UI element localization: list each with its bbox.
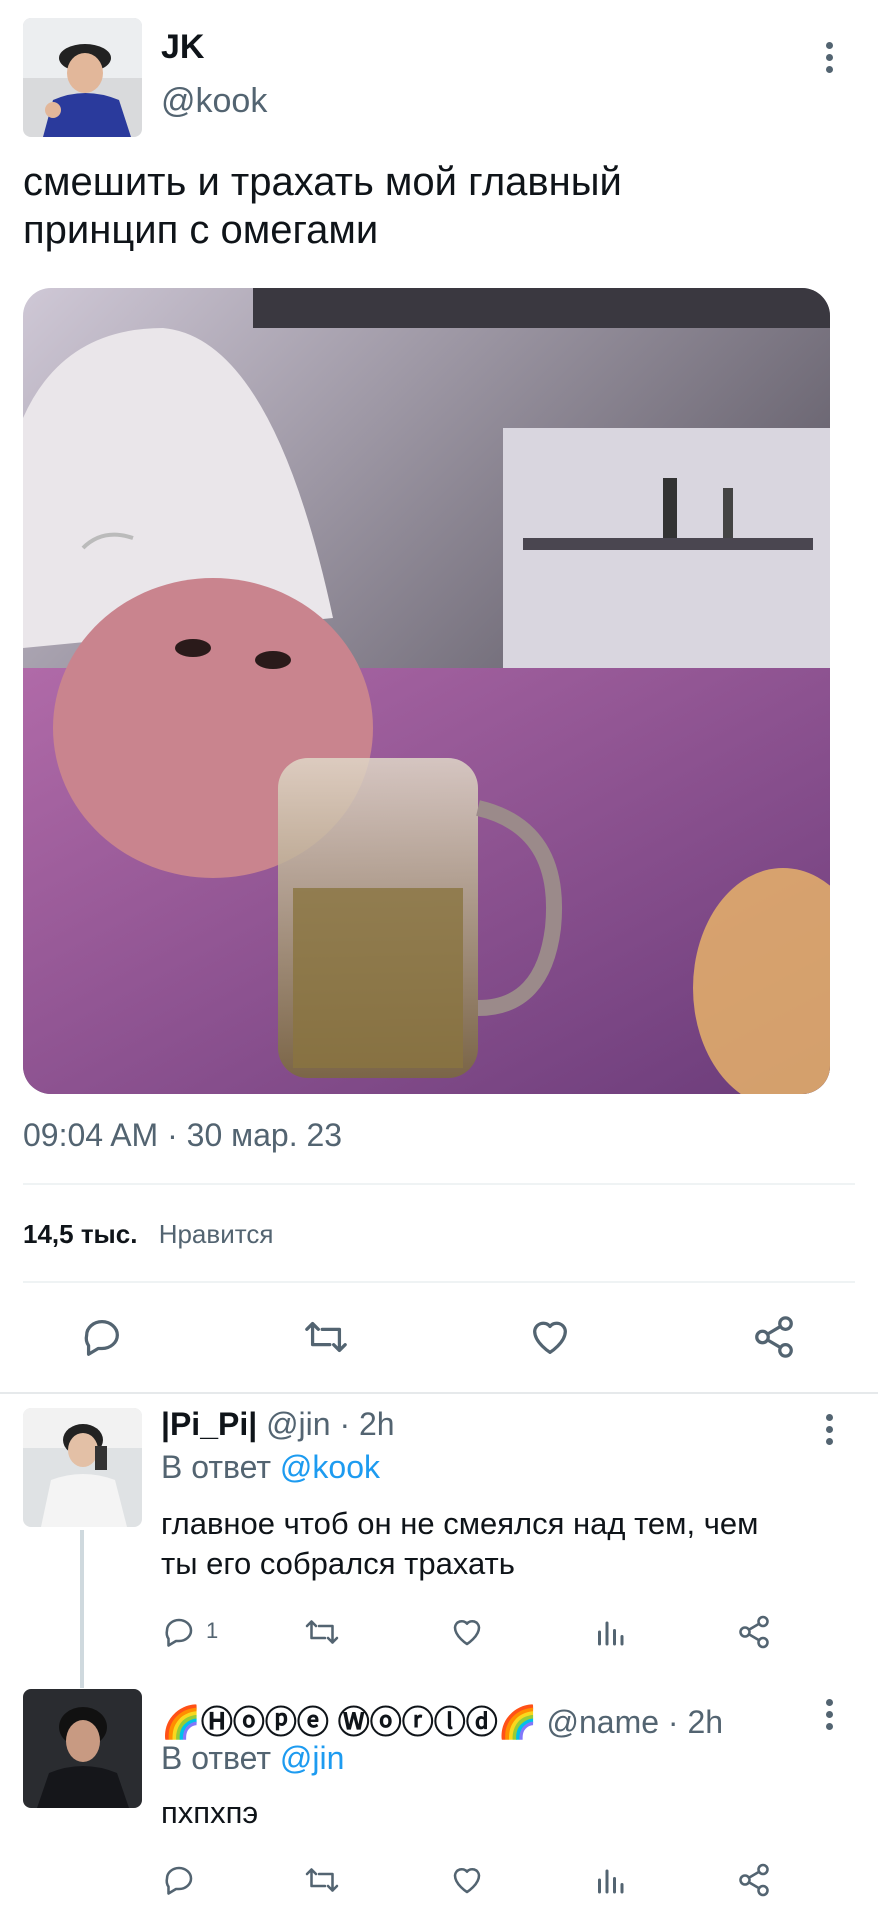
reply-icon[interactable] [161, 1614, 197, 1650]
like-icon[interactable] [449, 1614, 485, 1650]
reply-avatar[interactable] [23, 1408, 142, 1527]
reply-text: главное чтоб он не смеялся над тем, чем … [161, 1504, 758, 1584]
reply-avatar[interactable] [23, 1689, 142, 1808]
tweet-text: смешить и трахать мой главный принцип с … [23, 158, 622, 254]
like-icon[interactable] [449, 1862, 485, 1898]
retweet-icon[interactable] [301, 1314, 351, 1360]
tweet-text-line: принцип с омегами [23, 208, 379, 252]
analytics-icon[interactable] [592, 1862, 628, 1898]
tweet-text-line: смешить и трахать мой главный [23, 160, 622, 204]
more-options-icon[interactable] [826, 1414, 836, 1450]
reply-prefix: В ответ [161, 1449, 272, 1485]
reply-author-handle[interactable]: @name [546, 1704, 659, 1740]
share-icon[interactable] [736, 1614, 772, 1650]
author-handle[interactable]: @kook [161, 82, 267, 121]
tweet-photo[interactable] [23, 288, 830, 1094]
reply-to-line: В ответ @kook [161, 1449, 380, 1486]
more-options-icon[interactable] [826, 42, 836, 78]
likes-count: 14,5 тыс. [23, 1219, 138, 1249]
thread-line [80, 1530, 84, 1688]
likes-stat[interactable]: 14,5 тыс. Нравится [23, 1219, 273, 1250]
reply-icon[interactable] [79, 1314, 125, 1360]
reply-text-line: пхпхпэ [161, 1795, 259, 1830]
more-options-icon[interactable] [826, 1699, 836, 1735]
reply-text-line: главное чтоб он не смеялся над тем, чем [161, 1506, 759, 1541]
likes-label: Нравится [158, 1219, 274, 1249]
reply-header: 🌈Ⓗⓞⓟⓔ Ⓦⓞⓡⓛⓓ🌈 @name · 2h [161, 1697, 723, 1743]
reply-author-name[interactable]: 🌈Ⓗⓞⓟⓔ Ⓦⓞⓡⓛⓓ🌈 [161, 1704, 538, 1740]
tweet-timestamp[interactable]: 09:04 AM · 30 мар. 23 [23, 1117, 342, 1154]
divider [0, 1392, 878, 1394]
reply-time: · 2h [339, 1406, 395, 1442]
share-icon[interactable] [751, 1314, 797, 1360]
divider [23, 1183, 855, 1185]
reply-icon[interactable] [161, 1862, 197, 1898]
share-icon[interactable] [736, 1862, 772, 1898]
reply-author-name[interactable]: |Pi_Pi| [161, 1406, 257, 1442]
reply-count: 1 [206, 1618, 219, 1643]
like-icon[interactable] [527, 1314, 573, 1360]
author-name[interactable]: JK [161, 28, 204, 67]
reply-text-line: ты его собрался трахать [161, 1546, 515, 1581]
reply-author-handle[interactable]: @jin [266, 1406, 331, 1442]
author-avatar[interactable] [23, 18, 142, 137]
reply-to-line: В ответ @jin [161, 1740, 344, 1777]
reply-time: · 2h [667, 1704, 724, 1740]
analytics-icon[interactable] [592, 1614, 628, 1650]
reply-header: |Pi_Pi| @jin · 2h [161, 1406, 395, 1443]
reply-to-link[interactable]: @kook [280, 1449, 380, 1485]
divider [23, 1281, 855, 1283]
retweet-icon[interactable] [302, 1862, 342, 1898]
reply-prefix: В ответ [161, 1740, 272, 1776]
retweet-icon[interactable] [302, 1614, 342, 1650]
reply-to-link[interactable]: @jin [280, 1740, 345, 1776]
